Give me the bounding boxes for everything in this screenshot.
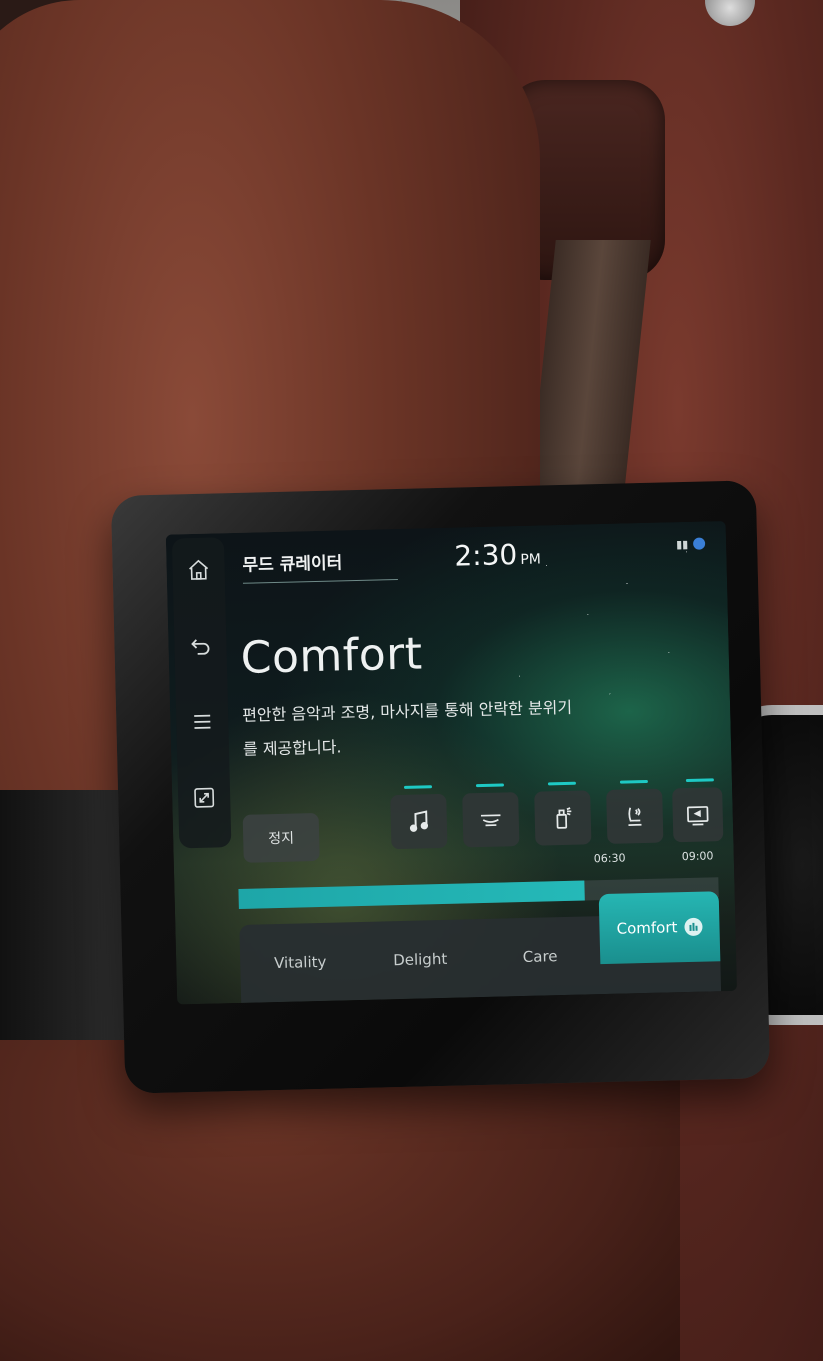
connectivity-icon <box>693 537 706 550</box>
back-button[interactable] <box>182 627 219 664</box>
menu-icon <box>194 714 211 729</box>
display-icon <box>686 806 709 826</box>
display-screen: 무드 큐레이터 2:30 PM ▮▮ Comfort 편안한 음악과 조명, 마사… <box>165 520 738 1005</box>
clock-ampm: PM <box>520 551 542 568</box>
page-title: 무드 큐레이터 <box>242 553 343 576</box>
stop-button[interactable]: 정지 <box>242 812 320 863</box>
home-icon <box>189 559 209 580</box>
fullscreen-icon <box>194 787 215 808</box>
feature-massage[interactable] <box>606 788 664 844</box>
music-note-icon <box>409 810 429 832</box>
tab-delight[interactable]: Delight <box>359 919 481 1000</box>
clock-time: 2:30 <box>453 538 518 573</box>
tab-label: Care <box>522 947 558 967</box>
feature-lighting[interactable] <box>462 792 520 848</box>
fragrance-icon <box>556 807 572 829</box>
tab-care[interactable]: Care <box>479 916 601 997</box>
equalizer-icon <box>684 917 703 937</box>
feature-display[interactable] <box>672 787 724 843</box>
mood-light-icon <box>480 814 501 827</box>
menu-button[interactable] <box>184 703 221 740</box>
clock: 2:30 PM <box>453 537 542 573</box>
status-bar: ▮▮ <box>675 537 706 552</box>
feature-music[interactable] <box>390 793 448 850</box>
timeline-current-time: 06:30 <box>593 851 626 866</box>
mode-description: 편안한 음악과 조명, 마사지를 통해 안락한 분위기를 제공합니다. <box>241 697 573 759</box>
timeline-progress <box>238 880 585 909</box>
back-icon <box>191 639 210 655</box>
tab-vitality[interactable]: Vitality <box>239 922 361 1003</box>
sidebar <box>171 537 232 849</box>
seat-side-trim <box>0 790 130 1050</box>
rear-seat-display: 무드 큐레이터 2:30 PM ▮▮ Comfort 편안한 음악과 조명, 마사… <box>110 480 771 1094</box>
mode-name: Comfort <box>240 628 424 684</box>
tab-label: Vitality <box>273 952 327 973</box>
tab-label: Comfort <box>616 918 678 938</box>
tab-comfort[interactable]: Comfort <box>598 891 721 965</box>
fullscreen-button[interactable] <box>186 779 223 816</box>
signal-icon: ▮▮ <box>675 537 689 552</box>
massage-seat-icon <box>628 807 642 826</box>
timeline-end-time: 09:00 <box>681 849 714 864</box>
home-button[interactable] <box>180 551 217 588</box>
car-interior-backdrop: 무드 큐레이터 2:30 PM ▮▮ Comfort 편안한 음악과 조명, 마사… <box>0 0 823 1361</box>
mode-tabs: Vitality Delight Care Comfort <box>239 891 722 1003</box>
feature-fragrance[interactable] <box>534 790 592 846</box>
tab-label: Delight <box>392 949 448 970</box>
